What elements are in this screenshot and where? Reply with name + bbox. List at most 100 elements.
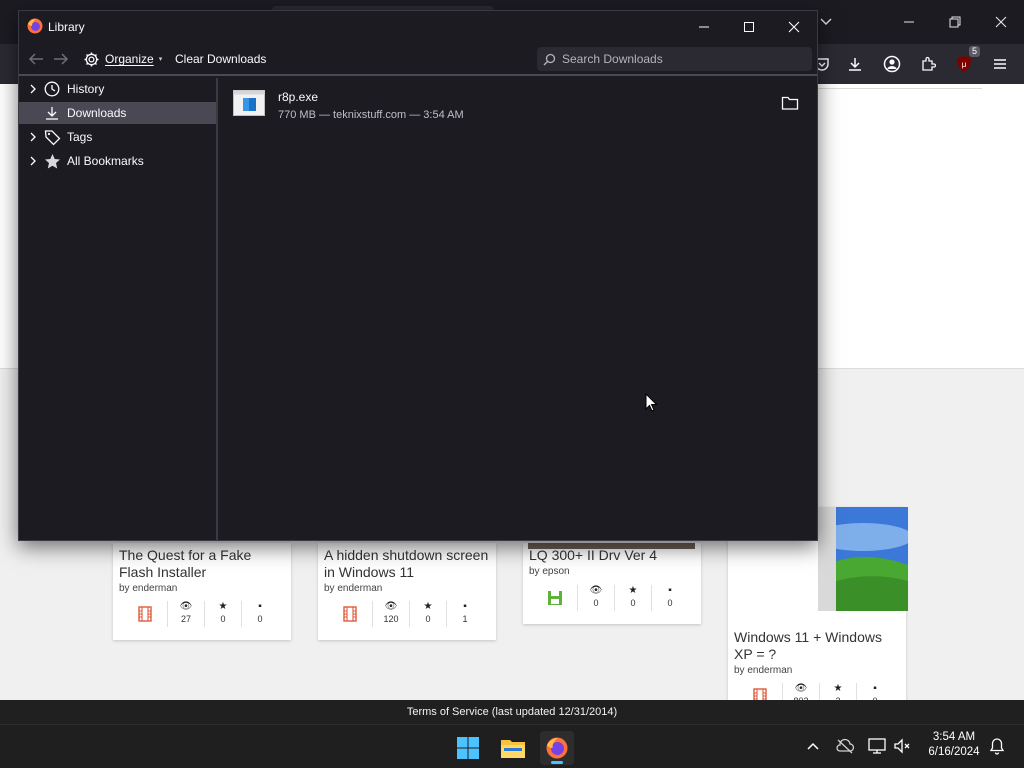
comments-stat: ▪0 <box>241 601 278 627</box>
film-icon <box>123 601 167 627</box>
window-title: Library <box>48 20 85 34</box>
library-toolbar: Organize ▾ Clear Downloads <box>19 42 817 76</box>
terms-of-service-link[interactable]: Terms of Service (last updated 12/31/201… <box>407 706 617 718</box>
maximize-button[interactable] <box>727 12 771 41</box>
star-icon: ★ <box>833 683 843 694</box>
search-input[interactable] <box>562 52 802 66</box>
download-icon <box>43 104 61 122</box>
page-footer: Terms of Service (last updated 12/31/201… <box>0 700 1024 724</box>
firefox-icon <box>546 737 568 759</box>
windows-start-icon[interactable] <box>451 731 485 765</box>
eye-icon: 👁 <box>589 585 603 596</box>
content-card[interactable]: LQ 300+ II Drv Ver 4 by epson 👁 0 ★ 0 ▪ 0 <box>523 543 701 624</box>
sidebar-item-label: Downloads <box>67 106 127 120</box>
tag-icon <box>43 128 61 146</box>
sidebar-item-label: History <box>67 82 105 96</box>
clock-date: 6/16/2024 <box>928 746 980 758</box>
svg-text:μ: μ <box>962 60 967 69</box>
chevron-right-icon[interactable] <box>27 84 39 94</box>
comment-icon: ▪ <box>463 601 467 612</box>
sidebar-item-history[interactable]: History <box>19 78 216 100</box>
download-icon[interactable] <box>843 52 867 76</box>
comment-icon: ▪ <box>668 585 672 596</box>
list-item[interactable]: r8p.exe 770 MB — teknixstuff.com — 3:54 … <box>220 78 817 128</box>
card-author[interactable]: by enderman <box>119 583 177 594</box>
close-button[interactable] <box>772 12 816 41</box>
star-icon: ★ <box>628 585 638 596</box>
minimize-button[interactable] <box>894 8 924 36</box>
views-stat: 👁 27 <box>167 601 204 627</box>
card-stats: 👁 27 ★ 0 ▪ 0 <box>123 601 278 627</box>
clear-downloads-button[interactable]: Clear Downloads <box>175 52 266 66</box>
exe-file-icon <box>233 90 265 116</box>
close-button[interactable] <box>986 8 1016 36</box>
ublock-icon[interactable]: μ 5 <box>952 46 980 76</box>
list-all-tabs-icon[interactable] <box>817 12 835 30</box>
views-stat: 👁 0 <box>577 585 614 611</box>
account-icon[interactable] <box>880 52 904 76</box>
stars-stat: ★ 0 <box>204 601 241 627</box>
eye-icon: 👁 <box>179 601 193 612</box>
file-explorer-icon[interactable] <box>496 731 530 765</box>
content-card[interactable]: The Quest for a Fake Flash Installer by … <box>113 543 291 640</box>
restore-button[interactable] <box>940 8 970 36</box>
sidebar-item-label: Tags <box>67 130 93 144</box>
firefox-taskbar-button[interactable] <box>540 731 574 765</box>
card-title[interactable]: LQ 300+ II Drv Ver 4 <box>529 547 695 564</box>
star-icon: ★ <box>423 601 433 612</box>
divider <box>818 88 982 89</box>
card-author[interactable]: by epson <box>529 566 570 577</box>
minimize-button[interactable] <box>682 12 726 41</box>
clock-time: 3:54 AM <box>932 731 976 743</box>
chevron-right-icon[interactable] <box>27 156 39 166</box>
card-author[interactable]: by enderman <box>324 583 382 594</box>
cloud-offline-icon[interactable] <box>834 735 856 757</box>
floppy-icon <box>533 585 577 611</box>
chevron-up-icon[interactable] <box>802 735 824 757</box>
card-stats: 👁 120 ★ 0 ▪ 1 <box>328 601 483 627</box>
card-author[interactable]: by enderman <box>734 665 792 676</box>
notification-bell-icon[interactable] <box>986 735 1008 757</box>
sidebar-item-all-bookmarks[interactable]: All Bookmarks <box>19 150 216 172</box>
system-clock[interactable]: 3:54 AM 6/16/2024 <box>918 730 990 760</box>
gear-icon <box>83 51 100 68</box>
stars-stat: ★ 0 <box>614 585 651 611</box>
forward-arrow-icon[interactable] <box>52 51 70 67</box>
card-title[interactable]: Windows 11 + Windows XP = ? <box>734 629 900 663</box>
organize-label: Organize <box>105 52 154 66</box>
downloads-list: r8p.exe 770 MB — teknixstuff.com — 3:54 … <box>220 78 817 540</box>
star-icon <box>43 152 61 170</box>
download-status: 770 MB — teknixstuff.com — 3:54 AM <box>278 109 464 121</box>
comments-stat: ▪ 1 <box>446 601 483 627</box>
sidebar-item-label: All Bookmarks <box>67 154 144 168</box>
chevron-right-icon[interactable] <box>27 132 39 142</box>
extensions-icon[interactable] <box>916 52 940 76</box>
mouse-cursor-icon <box>645 392 659 413</box>
content-card[interactable]: A hidden shutdown screen in Windows 11 b… <box>318 543 496 640</box>
volume-muted-icon[interactable] <box>892 735 914 757</box>
card-thumbnail[interactable] <box>818 507 908 611</box>
views-stat: 👁 120 <box>372 601 409 627</box>
card-stats: 👁 0 ★ 0 ▪ 0 <box>533 585 688 611</box>
comments-stat: ▪0 <box>651 585 688 611</box>
back-arrow-icon[interactable] <box>27 51 45 67</box>
stars-stat: ★ 0 <box>409 601 446 627</box>
organize-menu-button[interactable]: Organize ▾ <box>83 49 162 69</box>
comment-icon: ▪ <box>258 601 262 612</box>
sidebar-item-tags[interactable]: Tags <box>19 126 216 148</box>
comment-icon: ▪ <box>873 683 877 694</box>
active-indicator <box>551 761 563 764</box>
display-icon[interactable] <box>866 735 888 757</box>
sidebar-item-downloads[interactable]: Downloads <box>19 102 216 124</box>
extension-badge: 5 <box>968 46 980 57</box>
search-icon <box>543 53 556 66</box>
firefox-icon <box>27 18 43 34</box>
eye-icon: 👁 <box>794 683 808 694</box>
card-title[interactable]: The Quest for a Fake Flash Installer <box>119 547 285 581</box>
folder-icon[interactable] <box>781 95 799 111</box>
search-box[interactable] <box>537 47 812 71</box>
menu-icon[interactable] <box>988 52 1012 76</box>
card-title[interactable]: A hidden shutdown screen in Windows 11 <box>324 547 490 581</box>
library-titlebar: Library <box>19 11 817 42</box>
library-window: Library Organize ▾ Clear Downloads Searc… <box>18 10 818 541</box>
